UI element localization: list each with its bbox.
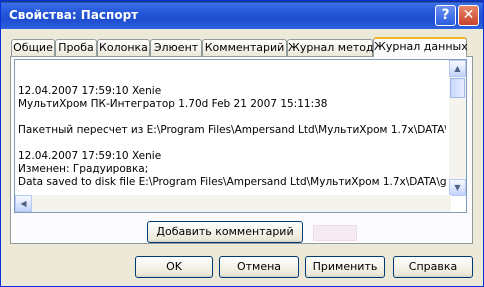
tab-general[interactable]: Общие [11,39,55,56]
scroll-thumb[interactable] [450,78,465,98]
log-line: Изменен: Градуировка; [18,163,149,175]
tab-comment[interactable]: Комментарий [202,39,287,56]
scroll-left-icon[interactable]: ◀ [15,195,32,212]
scroll-up-icon[interactable]: ▲ [449,60,466,77]
cancel-button[interactable]: Отмена [219,256,299,278]
log-line: МультиХром ПК-Интегратор 1.70d Feb 21 20… [18,98,328,110]
tab-panel: 12.04.2007 17:59:10 Xenie МультиХром ПК-… [10,56,473,244]
scroll-down-icon[interactable]: ▼ [449,179,466,196]
tab-sample[interactable]: Проба [55,39,97,56]
tab-method-log[interactable]: Журнал метода [287,39,380,56]
log-line: 12.04.2007 17:59:10 Xenie [18,85,162,97]
title-bar[interactable]: Свойства: Паспорт ? ✕ [1,1,483,29]
add-comment-button[interactable]: Добавить комментарий [147,221,303,243]
tab-data-log[interactable]: Журнал данных [373,37,468,57]
apply-button[interactable]: Применить [305,256,385,278]
vertical-scrollbar[interactable]: ▲ ▼ [449,60,466,196]
tab-column[interactable]: Колонка [97,39,150,56]
log-line: 12.04.2007 17:59:10 Xenie [18,150,162,162]
close-icon[interactable]: ✕ [458,5,479,26]
log-text: 12.04.2007 17:59:10 Xenie МультиХром ПК-… [16,60,446,198]
window-title: Свойства: Паспорт [9,8,139,22]
ok-button[interactable]: OK [135,256,213,278]
properties-dialog: Свойства: Паспорт ? ✕ Общие Проба Колонк… [0,0,484,287]
horizontal-scrollbar[interactable]: ◀ [15,195,451,212]
tab-eluent[interactable]: Элюент [150,39,202,56]
log-line: Пакетный пересчет из E:\Program Files\Am… [18,124,446,136]
data-log-textbox[interactable]: 12.04.2007 17:59:10 Xenie МультиХром ПК-… [14,59,467,213]
help-icon[interactable]: ? [435,5,456,26]
pink-swatch [313,225,357,241]
help-button[interactable]: Справка [393,256,473,278]
log-line: Data saved to disk file E:\Program Files… [18,176,446,188]
